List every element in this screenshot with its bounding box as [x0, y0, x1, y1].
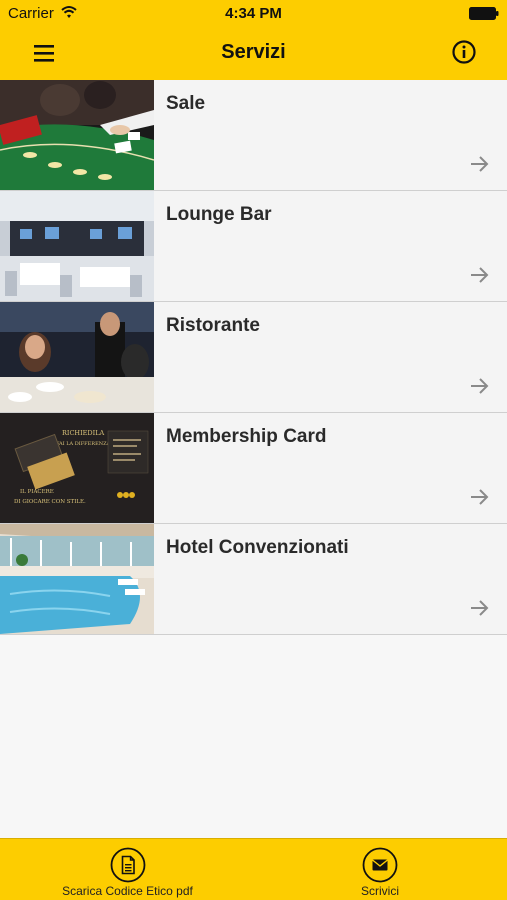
document-icon	[110, 847, 145, 883]
hamburger-icon	[34, 44, 54, 62]
write-to-us-label: Scrivici	[361, 884, 399, 898]
navigation-bar: Servizi	[0, 28, 507, 80]
status-bar: Carrier 4:34 PM	[0, 0, 507, 28]
arrow-right-icon	[471, 489, 489, 505]
service-label: Ristorante	[166, 315, 260, 336]
lounge-bar-photo	[0, 191, 154, 301]
membership-heading: RICHIEDILA	[62, 429, 105, 437]
service-label: Lounge Bar	[166, 204, 272, 225]
service-row-lounge-bar[interactable]: Lounge Bar	[0, 191, 507, 302]
service-row-membership-card[interactable]: RICHIEDILA FAI LA DIFFERENZA. IL PIACERE…	[0, 413, 507, 524]
envelope-icon	[362, 847, 398, 883]
service-label: Membership Card	[166, 426, 327, 447]
restaurant-photo	[0, 302, 154, 412]
membership-line-4: DI GIOCARE CON STILE.	[14, 499, 86, 505]
download-code-of-ethics-label: Scarica Codice Etico pdf	[62, 884, 193, 898]
casino-table-photo	[0, 80, 154, 190]
service-row-ristorante[interactable]: Ristorante	[0, 302, 507, 413]
download-code-of-ethics-button[interactable]: Scarica Codice Etico pdf	[40, 839, 215, 900]
arrow-right-icon	[471, 378, 489, 394]
status-time: 4:34 PM	[225, 5, 282, 22]
membership-line-2: FAI LA DIFFERENZA.	[56, 441, 112, 447]
header: Carrier 4:34 PM Servizi	[0, 0, 507, 80]
membership-line-3: IL PIACERE	[20, 489, 54, 495]
arrow-right-icon	[471, 267, 489, 283]
service-label: Hotel Convenzionati	[166, 537, 349, 558]
battery-icon	[469, 7, 499, 20]
bottom-toolbar: Scarica Codice Etico pdf Scrivici	[0, 838, 507, 900]
services-list: Sale Lounge Bar Ristorante RICHIEDILA FA…	[0, 80, 507, 635]
arrow-right-icon	[471, 156, 489, 172]
hotel-pool-photo	[0, 524, 154, 634]
arrow-right-icon	[471, 600, 489, 616]
menu-button[interactable]	[30, 40, 58, 66]
write-to-us-button[interactable]: Scrivici	[330, 839, 430, 900]
membership-card-photo: RICHIEDILA FAI LA DIFFERENZA. IL PIACERE…	[0, 413, 154, 523]
service-row-hotel-convenzionati[interactable]: Hotel Convenzionati	[0, 524, 507, 635]
page-title: Servizi	[221, 41, 286, 63]
service-row-sale[interactable]: Sale	[0, 80, 507, 191]
service-label: Sale	[166, 93, 206, 114]
info-icon[interactable]	[451, 39, 477, 65]
